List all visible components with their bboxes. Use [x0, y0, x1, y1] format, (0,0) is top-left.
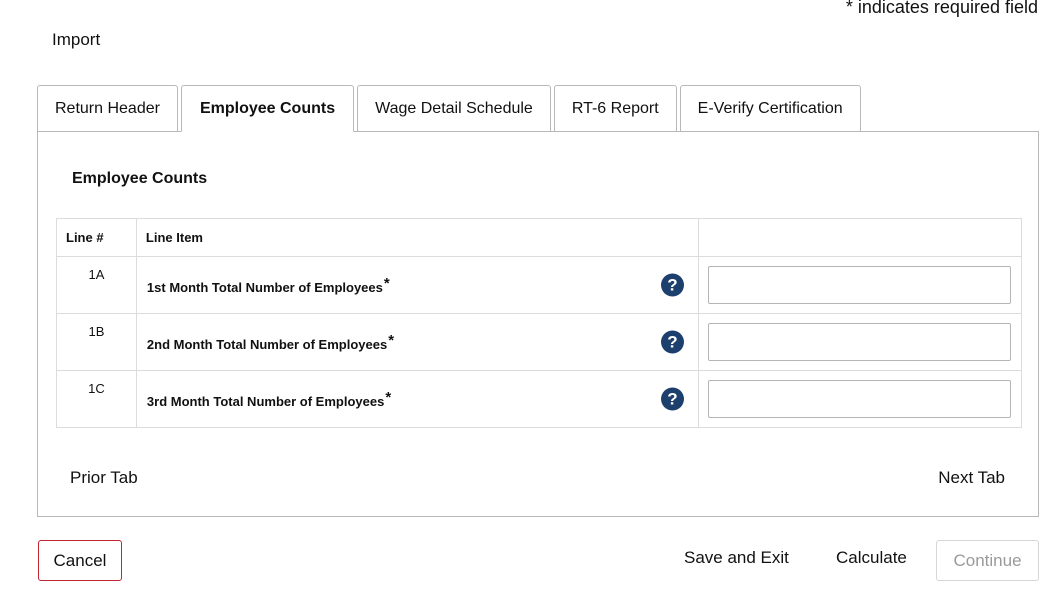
line-item-cell: 2nd Month Total Number of Employees* ? [135, 313, 700, 371]
continue-button[interactable]: Continue [936, 540, 1039, 581]
tab-employee-counts[interactable]: Employee Counts [180, 85, 355, 132]
column-header-value [698, 218, 1022, 257]
line-number: 1B [56, 313, 137, 371]
table-header-row: Line # Line Item [56, 218, 1022, 257]
calculate-button[interactable]: Calculate [836, 548, 907, 568]
line-item-label: 1st Month Total Number of Employees [146, 280, 383, 295]
required-marker: * [383, 275, 390, 292]
line-item-cell: 3rd Month Total Number of Employees* ? [135, 370, 700, 428]
help-question-circle-icon[interactable]: ? [661, 273, 684, 297]
column-header-line: Line # [56, 218, 137, 257]
next-tab-link[interactable]: Next Tab [938, 468, 1005, 488]
line-item-label: 2nd Month Total Number of Employees [146, 337, 388, 352]
tab-rt6-report[interactable]: RT-6 Report [553, 85, 677, 132]
tab-return-header[interactable]: Return Header [37, 85, 178, 132]
month1-employees-input[interactable] [708, 266, 1011, 304]
value-cell [698, 256, 1022, 314]
table-row: 1C 3rd Month Total Number of Employees* … [56, 370, 1022, 428]
save-and-exit-button[interactable]: Save and Exit [684, 548, 789, 568]
required-marker: * [385, 389, 392, 406]
tab-wage-detail-schedule[interactable]: Wage Detail Schedule [357, 85, 551, 132]
tab-panel: Employee Counts Line # Line Item 1A 1st … [37, 131, 1039, 517]
line-item-label: 3rd Month Total Number of Employees [146, 394, 385, 409]
line-number: 1A [56, 256, 137, 314]
month3-employees-input[interactable] [708, 380, 1011, 418]
column-header-item: Line Item [135, 218, 700, 257]
employee-counts-table: Line # Line Item 1A 1st Month Total Numb… [56, 218, 1022, 428]
table-row: 1A 1st Month Total Number of Employees* … [56, 256, 1022, 314]
table-row: 1B 2nd Month Total Number of Employees* … [56, 313, 1022, 371]
section-title: Employee Counts [72, 170, 208, 187]
prior-tab-link[interactable]: Prior Tab [70, 468, 138, 488]
help-question-circle-icon[interactable]: ? [661, 330, 684, 354]
line-item-cell: 1st Month Total Number of Employees* ? [135, 256, 700, 314]
tab-everify-certification[interactable]: E-Verify Certification [679, 85, 861, 132]
month2-employees-input[interactable] [708, 323, 1011, 361]
required-marker: * [388, 332, 395, 349]
import-link[interactable]: Import [52, 30, 100, 50]
cancel-button[interactable]: Cancel [38, 540, 122, 581]
tab-bar: Return Header Employee Counts Wage Detai… [37, 85, 864, 132]
line-number: 1C [56, 370, 137, 428]
required-field-note: * indicates required field [845, 0, 1038, 17]
help-question-circle-icon[interactable]: ? [661, 387, 684, 411]
value-cell [698, 370, 1022, 428]
value-cell [698, 313, 1022, 371]
